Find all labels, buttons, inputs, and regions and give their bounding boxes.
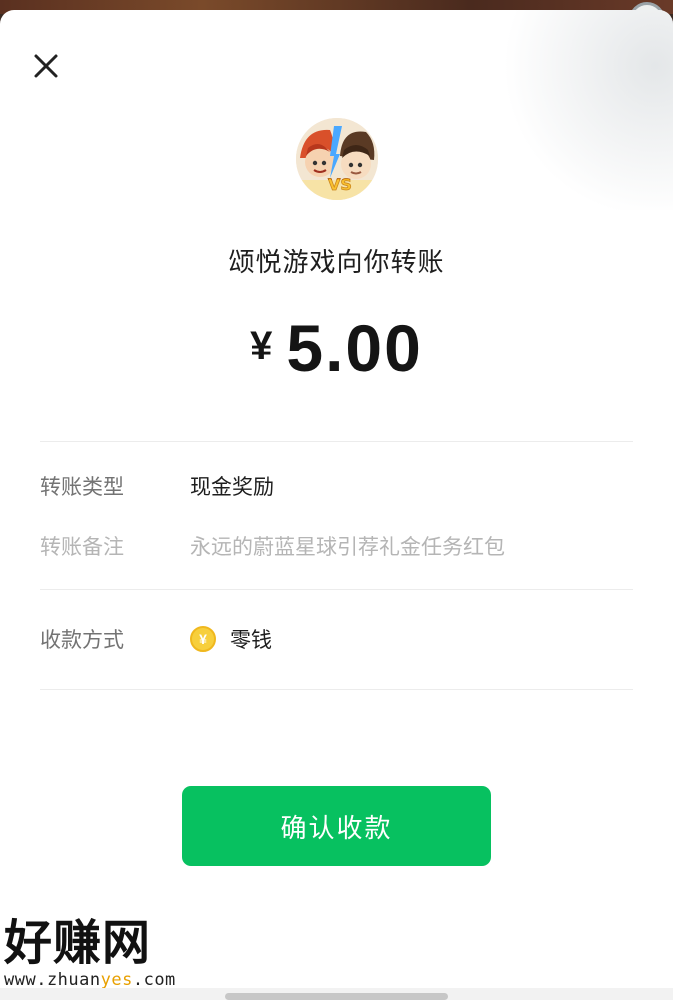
divider — [40, 441, 633, 442]
watermark-url-suffix: .com — [132, 970, 176, 990]
game-avatar-icon: VS — [296, 118, 378, 200]
transfer-note-label: 转账备注 — [40, 536, 124, 559]
amount-display: ¥5.00 — [0, 310, 673, 386]
transfer-sheet: VS 颂悦游戏向你转账 ¥5.00 转账类型 现金奖励 转账备注 永远的蔚蓝星球… — [0, 10, 673, 1000]
transfer-note-value: 永远的蔚蓝星球引荐礼金任务红包 — [190, 536, 505, 559]
watermark-title: 好赚网 — [4, 917, 152, 970]
transfer-type-label: 转账类型 — [40, 476, 124, 499]
close-button[interactable] — [28, 48, 64, 84]
coin-icon: ¥ — [190, 626, 216, 652]
transfer-type-row: 转账类型 现金奖励 — [40, 466, 633, 506]
receive-method-label: 收款方式 — [40, 629, 124, 652]
receive-method-row: 收款方式 ¥ 零钱 — [40, 619, 633, 659]
divider — [40, 689, 633, 690]
confirm-receive-button[interactable]: 确认收款 — [182, 786, 491, 866]
amount-value: 5.00 — [286, 311, 423, 385]
currency-symbol: ¥ — [250, 324, 273, 368]
watermark-url-prefix: www.zhuan — [4, 970, 101, 990]
watermark-url: www.zhuanyes.com — [4, 970, 204, 990]
transfer-note-row: 转账备注 永远的蔚蓝星球引荐礼金任务红包 — [40, 526, 633, 566]
divider — [40, 589, 633, 590]
site-watermark: 好赚网 www.zhuanyes.com — [4, 918, 204, 998]
receive-method-value: ¥ 零钱 — [190, 624, 272, 654]
transfer-type-value: 现金奖励 — [190, 476, 274, 499]
watermark-url-highlight: yes — [100, 970, 133, 990]
home-indicator[interactable] — [225, 993, 448, 1000]
close-icon — [34, 54, 58, 78]
payer-title: 颂悦游戏向你转账 — [228, 247, 445, 277]
receive-method-text: 零钱 — [230, 629, 272, 652]
payer-avatar: VS — [296, 118, 378, 200]
